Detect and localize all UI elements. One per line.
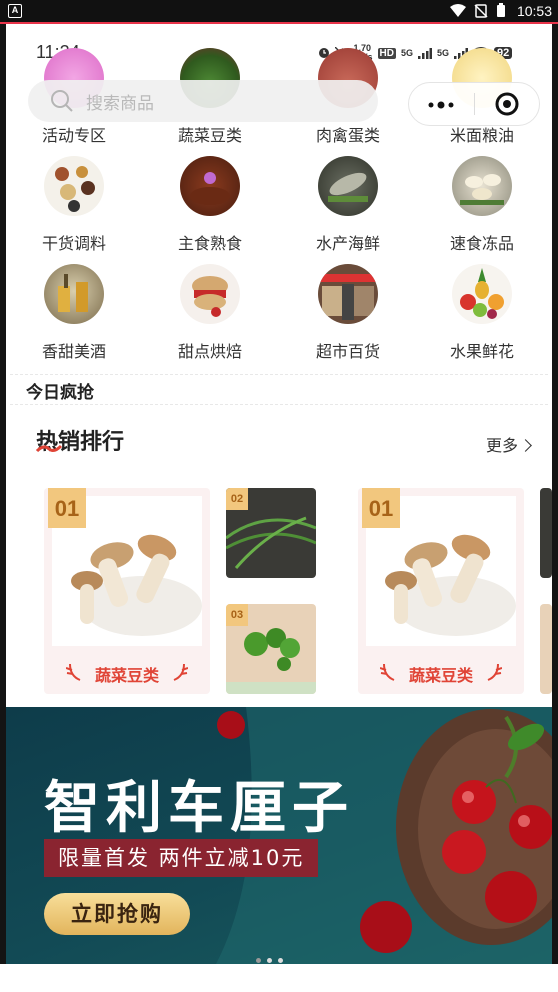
category-cooked-food[interactable]: 主食熟食 <box>150 156 270 254</box>
battery-icon <box>497 3 505 17</box>
bottom-area <box>0 964 558 992</box>
carousel-indicator[interactable] <box>256 958 283 963</box>
wheat-right-icon <box>487 663 502 681</box>
more-label: 更多 <box>486 436 519 455</box>
category-label: 超市百货 <box>315 342 380 361</box>
system-time: 10:53 <box>516 3 552 19</box>
category-label: 主食熟食 <box>177 234 242 253</box>
buy-now-button[interactable]: 立即抢购 <box>44 893 190 935</box>
category-label: 水产海鲜 <box>315 234 380 253</box>
system-status-bar: A 10:53 <box>0 0 558 22</box>
fruit-icon <box>452 264 512 324</box>
ranking-card-main[interactable]: 01 蔬菜豆类 <box>358 488 524 694</box>
carousel-dot <box>267 958 272 963</box>
banner-subtitle: 限量首发 两件立减10元 <box>44 839 319 877</box>
category-label: 蔬菜豆类 <box>177 126 242 145</box>
cooked-food-icon <box>180 156 240 216</box>
category-frozen-food[interactable]: 速食冻品 <box>422 156 542 254</box>
wine-icon <box>44 264 104 324</box>
title-accent-icon <box>36 444 62 453</box>
promo-banner[interactable]: 智利车厘子 限量首发 两件立减10元 立即抢购 <box>6 707 552 964</box>
dessert-icon <box>180 264 240 324</box>
category-label: 香甜美酒 <box>41 342 106 361</box>
category-label: 干货调料 <box>41 234 106 253</box>
seafood-icon <box>318 156 378 216</box>
more-dots-icon[interactable] <box>409 94 474 114</box>
category-activity-label-wrap[interactable]: 活动专区 <box>14 122 134 146</box>
search-bar[interactable]: 搜索商品 <box>28 80 378 122</box>
no-sim-icon <box>474 3 488 18</box>
carousel-dot <box>256 958 261 963</box>
search-placeholder: 搜索商品 <box>86 93 154 114</box>
category-dried-goods[interactable]: 干货调料 <box>14 156 134 254</box>
category-label: 米面粮油 <box>449 126 514 145</box>
accent-line <box>0 22 558 24</box>
wheat-right-icon <box>173 663 188 681</box>
category-grain-label-wrap[interactable]: 米面粮油 <box>422 122 542 146</box>
category-label: 肉禽蛋类 <box>315 126 380 145</box>
chevron-right-icon <box>519 439 532 452</box>
category-wine[interactable]: 香甜美酒 <box>14 264 134 362</box>
app-notification-icon: A <box>8 4 22 18</box>
divider <box>10 404 548 405</box>
target-close-icon[interactable] <box>475 92 540 116</box>
supermarket-icon <box>318 264 378 324</box>
system-icons <box>450 3 506 18</box>
rank-badge: 02 <box>226 488 248 510</box>
category-vegetable-label-wrap[interactable]: 蔬菜豆类 <box>150 122 270 146</box>
dried-goods-icon <box>44 156 104 216</box>
wifi-icon <box>450 3 466 17</box>
today-rush-title: 今日疯抢 <box>26 383 94 403</box>
search-icon <box>51 90 73 112</box>
category-seafood[interactable]: 水产海鲜 <box>288 156 408 254</box>
frozen-food-icon <box>452 156 512 216</box>
category-label: 水果鲜花 <box>449 342 514 361</box>
rank-badge: 03 <box>226 604 248 626</box>
banner-title: 智利车厘子 <box>44 776 354 841</box>
ranking-card-main[interactable]: 01 蔬菜豆类 <box>44 488 210 694</box>
carousel-dot <box>278 958 283 963</box>
category-label: 甜点烘焙 <box>177 342 242 361</box>
frame-right <box>552 24 558 992</box>
rank-badge: 01 <box>362 488 400 528</box>
miniprogram-capsule <box>408 82 540 126</box>
category-supermarket[interactable]: 超市百货 <box>288 264 408 362</box>
category-dessert[interactable]: 甜点烘焙 <box>150 264 270 362</box>
ranking-card-sub[interactable]: 02 <box>226 488 316 578</box>
rank-badge: 01 <box>48 488 86 528</box>
category-fruit[interactable]: 水果鲜花 <box>422 264 542 362</box>
category-label: 活动专区 <box>41 126 106 145</box>
more-link[interactable]: 更多 <box>486 432 532 456</box>
ranking-card-sub-peek[interactable] <box>540 604 552 694</box>
divider <box>10 374 548 375</box>
category-meat-label-wrap[interactable]: 肉禽蛋类 <box>288 122 408 146</box>
ranking-card-sub-peek[interactable] <box>540 488 552 578</box>
ranking-card-sub[interactable]: 03 <box>226 604 316 694</box>
category-label: 速食冻品 <box>449 234 514 253</box>
